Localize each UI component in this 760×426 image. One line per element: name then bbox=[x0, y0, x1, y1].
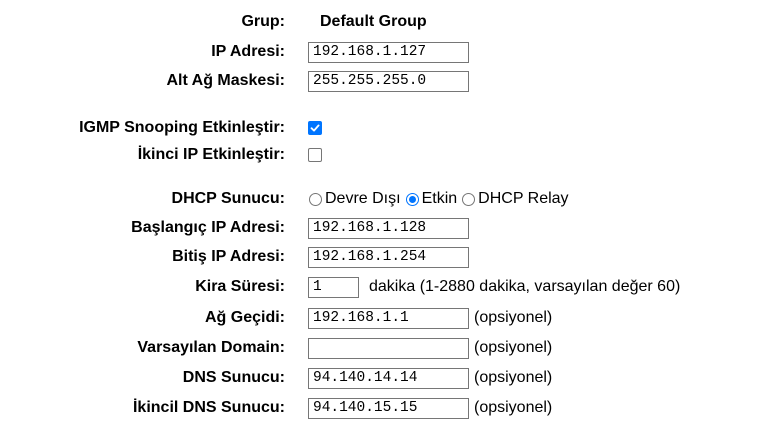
gateway-row: Ağ Geçidi: (opsiyonel) bbox=[0, 305, 760, 331]
dhcp-relay-label[interactable]: DHCP Relay bbox=[478, 186, 568, 212]
group-label: Grup: bbox=[241, 13, 285, 30]
igmp-snooping-label: IGMP Snooping Etkinleştir: bbox=[79, 119, 285, 136]
secondary-dns-row: İkincil DNS Sunucu: (opsiyonel) bbox=[0, 395, 760, 421]
subnet-mask-value-area bbox=[308, 68, 469, 94]
gateway-input[interactable] bbox=[308, 307, 469, 329]
dhcp-server-options: Devre Dışı Etkin DHCP Relay bbox=[308, 186, 573, 212]
default-domain-hint: (opsiyonel) bbox=[474, 339, 553, 356]
default-domain-input[interactable] bbox=[308, 337, 469, 359]
checkmark-icon bbox=[310, 124, 320, 132]
gateway-hint: (opsiyonel) bbox=[474, 309, 553, 326]
dns-server-value-area: (opsiyonel) bbox=[308, 365, 552, 391]
ip-address-value-area bbox=[308, 39, 469, 65]
default-domain-row: Varsayılan Domain: (opsiyonel) bbox=[0, 335, 760, 361]
radio-dot-icon bbox=[408, 195, 416, 203]
end-ip-label: Bitiş IP Adresi: bbox=[172, 248, 285, 265]
end-ip-value-area bbox=[308, 244, 469, 270]
secondary-dns-value-area: (opsiyonel) bbox=[308, 395, 552, 421]
default-domain-label: Varsayılan Domain: bbox=[137, 339, 285, 356]
lease-time-row: Kira Süresi: dakika (1-2880 dakika, vars… bbox=[0, 274, 760, 300]
dhcp-enabled-radio[interactable] bbox=[405, 192, 419, 206]
start-ip-row: Başlangıç IP Adresi: bbox=[0, 215, 760, 241]
ip-address-input[interactable] bbox=[308, 41, 469, 63]
dns-server-hint: (opsiyonel) bbox=[474, 369, 553, 386]
ip-address-row: IP Adresi: bbox=[0, 39, 760, 65]
dhcp-relay-radio[interactable] bbox=[462, 192, 476, 206]
dns-server-input[interactable] bbox=[308, 367, 469, 389]
start-ip-label: Başlangıç IP Adresi: bbox=[131, 219, 285, 236]
ip-address-label: IP Adresi: bbox=[211, 43, 285, 60]
igmp-snooping-checkbox[interactable] bbox=[308, 121, 322, 135]
dhcp-disabled-radio[interactable] bbox=[309, 192, 322, 206]
subnet-mask-row: Alt Ağ Maskesi: bbox=[0, 68, 760, 94]
end-ip-row: Bitiş IP Adresi: bbox=[0, 244, 760, 270]
igmp-snooping-value-area bbox=[308, 115, 322, 141]
secondary-ip-row: İkinci IP Etkinleştir: bbox=[0, 142, 760, 168]
start-ip-input[interactable] bbox=[308, 217, 469, 239]
dhcp-enabled-label[interactable]: Etkin bbox=[422, 186, 458, 212]
default-domain-value-area: (opsiyonel) bbox=[308, 335, 552, 361]
secondary-dns-hint: (opsiyonel) bbox=[474, 399, 553, 416]
igmp-snooping-row: IGMP Snooping Etkinleştir: bbox=[0, 115, 760, 141]
subnet-mask-input[interactable] bbox=[308, 70, 469, 92]
dhcp-disabled-label[interactable]: Devre Dışı bbox=[325, 186, 401, 212]
dns-server-label: DNS Sunucu: bbox=[182, 369, 285, 386]
gateway-value-area: (opsiyonel) bbox=[308, 305, 552, 331]
lease-time-label: Kira Süresi: bbox=[195, 278, 285, 295]
dhcp-server-row: DHCP Sunucu: Devre Dışı Etkin DHCP Relay bbox=[0, 186, 760, 212]
lease-time-value-area: dakika (1-2880 dakika, varsayılan değer … bbox=[308, 274, 680, 300]
secondary-dns-label: İkincil DNS Sunucu: bbox=[132, 399, 285, 416]
secondary-ip-value-area bbox=[308, 142, 322, 168]
secondary-ip-checkbox[interactable] bbox=[308, 148, 322, 162]
group-value: Default Group bbox=[320, 13, 427, 30]
secondary-dns-input[interactable] bbox=[308, 397, 469, 419]
secondary-ip-label: İkinci IP Etkinleştir: bbox=[137, 146, 285, 163]
group-row: Grup: Default Group bbox=[0, 9, 760, 35]
group-value-area: Default Group bbox=[308, 9, 427, 35]
gateway-label: Ağ Geçidi: bbox=[204, 309, 285, 326]
dhcp-server-label: DHCP Sunucu: bbox=[171, 190, 285, 207]
end-ip-input[interactable] bbox=[308, 246, 469, 268]
lease-time-input[interactable] bbox=[308, 276, 359, 298]
subnet-mask-label: Alt Ağ Maskesi: bbox=[166, 72, 285, 89]
lease-time-hint: dakika (1-2880 dakika, varsayılan değer … bbox=[369, 278, 681, 295]
start-ip-value-area bbox=[308, 215, 469, 241]
dns-server-row: DNS Sunucu: (opsiyonel) bbox=[0, 365, 760, 391]
